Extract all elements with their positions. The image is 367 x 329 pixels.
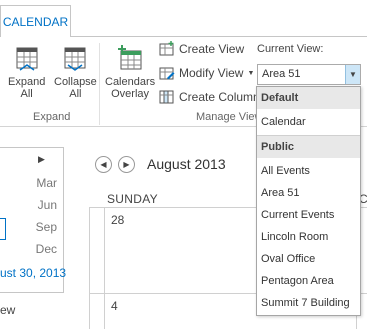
day-cell-4[interactable]: 4 [111,299,118,313]
grid-left-line [104,207,105,329]
dropdown-item-oval-office[interactable]: Oval Office [261,253,315,265]
expand-all-label: Expand All [8,76,46,100]
dropdown-item-pentagon-area[interactable]: Pentagon Area [261,275,334,287]
collapse-all-icon [64,47,86,71]
group-separator [99,43,100,125]
create-view-label: Create View [179,42,245,56]
expand-all-button[interactable]: Expand All [8,45,45,100]
next-year-arrow-icon[interactable]: ▶ [38,154,45,165]
dropdown-item-calendar[interactable]: Calendar [261,116,306,128]
expand-group-label: Expand [33,111,71,123]
calendars-overlay-button[interactable]: Calendars Overlay [105,45,155,100]
current-view-select[interactable]: Area 51 ▼ [257,64,361,85]
collapse-all-button[interactable]: Collapse All [54,45,97,100]
next-month-button[interactable]: ▶ [118,156,135,173]
current-view-dropdown: Default Calendar Public All Events Area … [256,86,361,316]
current-view-label: Current View: [257,43,324,55]
previous-month-button[interactable]: ◀ [95,156,112,173]
modify-view-icon [159,67,175,80]
modify-view-button[interactable]: Modify View ▼ [159,63,254,83]
picker-selected-indicator [0,218,6,240]
picker-month-jun[interactable]: Jun [38,198,57,212]
left-nav-view-label[interactable]: ew [0,303,15,317]
manage-view-group-label: Manage View [196,111,263,123]
picker-month-sep[interactable]: Sep [36,220,57,234]
create-column-button[interactable]: Create Column [159,87,260,107]
dropdown-header-public: Public [257,136,360,158]
dropdown-item-current-events[interactable]: Current Events [261,209,334,221]
collapse-all-label: Collapse All [54,76,97,100]
current-view-value: Area 51 [262,68,301,80]
column-header-sunday: SUNDAY [107,192,158,206]
expand-all-icon [16,47,38,71]
create-view-button[interactable]: Create View [159,39,244,59]
modify-view-label: Modify View [179,66,244,80]
dropdown-header-default: Default [257,87,360,109]
ribbon-tabstrip: CALENDAR [0,0,367,37]
day-cell-28[interactable]: 28 [111,213,124,227]
dropdown-item-lincoln-room[interactable]: Lincoln Room [261,231,328,243]
tab-calendar[interactable]: CALENDAR [0,5,71,37]
calendars-overlay-label: Calendars Overlay [105,76,156,100]
month-title: August 2013 [147,156,226,172]
dropdown-item-area-51[interactable]: Area 51 [261,187,300,199]
dropdown-item-summit-7-building[interactable]: Summit 7 Building [261,297,350,309]
picker-today-link[interactable]: ust 30, 2013 [0,266,66,280]
modify-view-dropdown-icon: ▼ [247,69,255,77]
create-column-icon [159,90,174,104]
create-view-icon [159,41,174,56]
create-column-label: Create Column [179,90,260,104]
picker-month-mar[interactable]: Mar [36,176,57,190]
picker-month-dec[interactable]: Dec [36,242,57,256]
grid-outer-line [89,207,90,329]
calendars-overlay-icon [118,45,142,70]
dropdown-item-all-events[interactable]: All Events [261,165,310,177]
chevron-down-icon[interactable]: ▼ [345,65,360,84]
